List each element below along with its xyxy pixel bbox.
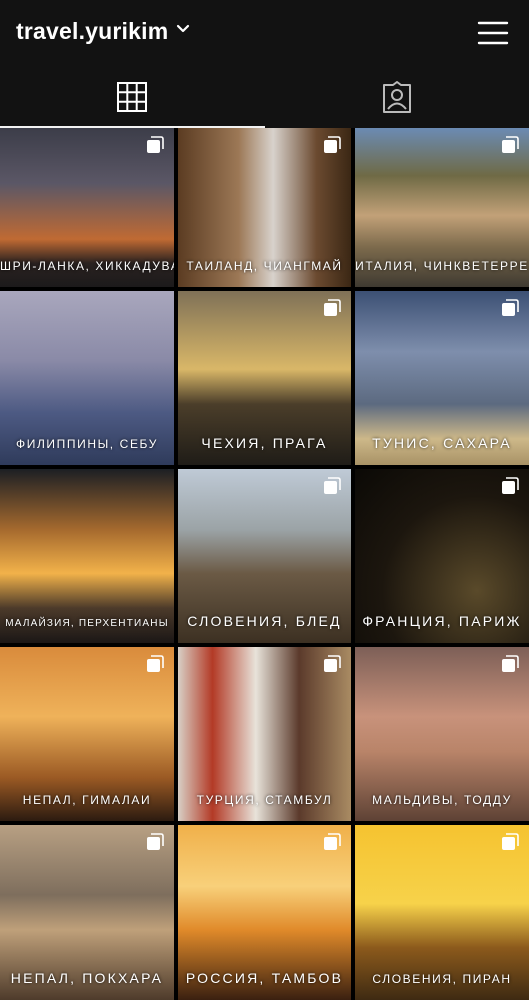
post-thumbnail[interactable]: ЧЕХИЯ, ПРАГА <box>178 291 351 465</box>
post-thumbnail[interactable]: НЕПАЛ, ГИМАЛАИ <box>0 647 174 821</box>
multiple-photos-icon <box>502 833 519 850</box>
post-image <box>0 469 174 643</box>
multiple-photos-icon <box>147 833 164 850</box>
multiple-photos-icon <box>324 136 341 153</box>
multiple-photos-icon <box>502 136 519 153</box>
post-thumbnail[interactable]: ТУНИС, САХАРА <box>355 291 529 465</box>
post-thumbnail[interactable]: РОССИЯ, ТАМБОВ <box>178 825 351 1000</box>
multiple-photos-icon <box>324 477 341 494</box>
post-thumbnail[interactable]: МАЛАЙЗИЯ, ПЕРХЕНТИАНЫ <box>0 469 174 643</box>
multiple-photos-icon <box>502 655 519 672</box>
post-thumbnail[interactable]: ШРИ-ЛАНКА, ХИККАДУВА <box>0 128 174 287</box>
post-caption: МАЛЬДИВЫ, ТОДДУ <box>372 793 512 807</box>
posts-grid: ШРИ-ЛАНКА, ХИККАДУВА ТАИЛАНД, ЧИАНГМАЙ И… <box>0 128 529 1000</box>
post-thumbnail[interactable]: ТУРЦИЯ, СТАМБУЛ <box>178 647 351 821</box>
account-username[interactable]: travel.yurikim <box>16 18 168 45</box>
post-caption: ФИЛИППИНЫ, СЕБУ <box>16 437 158 451</box>
post-caption: СЛОВЕНИЯ, ПИРАН <box>372 972 512 986</box>
multiple-photos-icon <box>324 655 341 672</box>
multiple-photos-icon <box>502 299 519 316</box>
multiple-photos-icon <box>147 655 164 672</box>
post-caption: МАЛАЙЗИЯ, ПЕРХЕНТИАНЫ <box>5 618 169 629</box>
post-caption: РОССИЯ, ТАМБОВ <box>185 970 344 986</box>
post-caption: ИТАЛИЯ, ЧИНКВЕТЕРРЕ <box>355 259 529 273</box>
post-caption: ЧЕХИЯ, ПРАГА <box>201 435 328 451</box>
post-caption: ТУРЦИЯ, СТАМБУЛ <box>196 793 333 807</box>
post-caption: ТАИЛАНД, ЧИАНГМАЙ <box>186 259 343 273</box>
post-caption: ШРИ-ЛАНКА, ХИККАДУВА <box>0 259 174 273</box>
post-thumbnail[interactable]: НЕПАЛ, ПОКХАРА <box>0 825 174 1000</box>
multiple-photos-icon <box>502 477 519 494</box>
post-thumbnail[interactable]: ТАИЛАНД, ЧИАНГМАЙ <box>178 128 351 287</box>
multiple-photos-icon <box>147 136 164 153</box>
tagged-person-icon <box>383 81 411 113</box>
hamburger-menu-icon[interactable] <box>476 18 510 48</box>
post-thumbnail[interactable]: ИТАЛИЯ, ЧИНКВЕТЕРРЕ <box>355 128 529 287</box>
chevron-down-icon[interactable] <box>176 24 190 34</box>
post-caption: СЛОВЕНИЯ, БЛЕД <box>187 613 342 629</box>
post-caption: ТУНИС, САХАРА <box>372 435 512 451</box>
profile-tabs <box>0 66 529 128</box>
post-caption: НЕПАЛ, ПОКХАРА <box>10 970 164 986</box>
post-thumbnail[interactable]: ФИЛИППИНЫ, СЕБУ <box>0 291 174 465</box>
multiple-photos-icon <box>324 833 341 850</box>
grid-icon <box>117 82 147 112</box>
post-thumbnail[interactable]: МАЛЬДИВЫ, ТОДДУ <box>355 647 529 821</box>
top-bar: travel.yurikim <box>0 0 529 66</box>
post-thumbnail[interactable]: СЛОВЕНИЯ, ПИРАН <box>355 825 529 1000</box>
post-thumbnail[interactable]: ФРАНЦИЯ, ПАРИЖ <box>355 469 529 643</box>
tab-grid[interactable] <box>0 66 264 128</box>
tab-tagged[interactable] <box>265 66 529 128</box>
multiple-photos-icon <box>324 299 341 316</box>
post-thumbnail[interactable]: СЛОВЕНИЯ, БЛЕД <box>178 469 351 643</box>
post-caption: НЕПАЛ, ГИМАЛАИ <box>22 793 152 807</box>
post-caption: ФРАНЦИЯ, ПАРИЖ <box>362 613 522 629</box>
